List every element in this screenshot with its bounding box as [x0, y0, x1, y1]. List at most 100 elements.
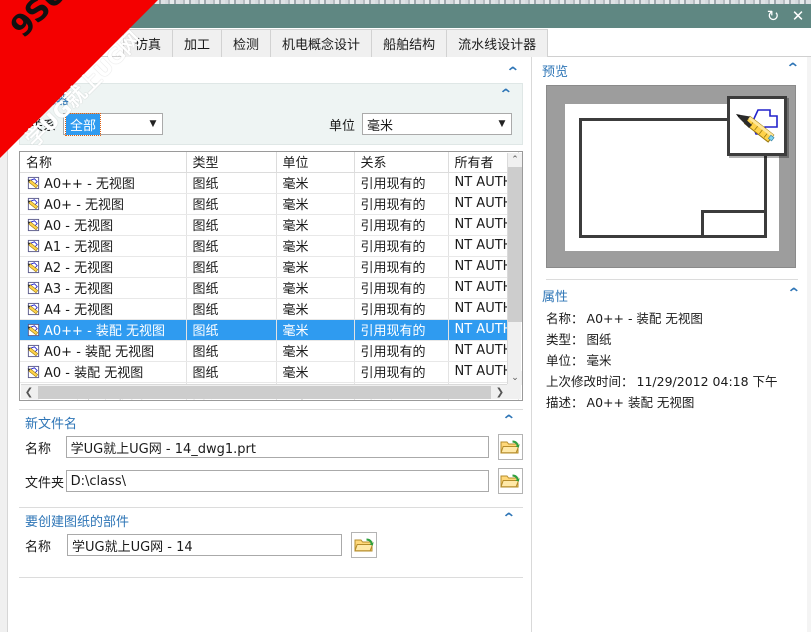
table-row[interactable]: A0 - 装配 无视图 图纸 毫米 引用现有的 NT AUTH — [20, 361, 519, 383]
chevron-up-icon[interactable]: ⌃ — [497, 414, 522, 428]
table-vertical-scrollbar[interactable]: ⌃ ⌄ — [507, 153, 522, 385]
table-row[interactable]: A1 - 无视图 图纸 毫米 引用现有的 NT AUTH — [20, 235, 519, 257]
cell-type: 图纸 — [186, 235, 277, 257]
table-row[interactable]: A3 - 无视图 图纸 毫米 引用现有的 NT AUTH — [20, 277, 519, 299]
table-row[interactable]: A4 - 无视图 图纸 毫米 引用现有的 NT AUTH — [20, 298, 519, 320]
folder-value: D:\class\ — [70, 473, 126, 489]
cell-name: A0++ - 装配 无视图 — [20, 319, 187, 341]
table-row[interactable]: A0+ - 装配 无视图 图纸 毫米 引用现有的 NT AUTH — [20, 340, 519, 362]
tab-machining[interactable]: 加工 — [172, 29, 223, 57]
close-icon[interactable]: ✕ — [789, 7, 807, 25]
sheet-icon — [27, 302, 40, 315]
column-header-name[interactable]: 名称 — [20, 152, 187, 173]
preview-title: 预览 — [542, 64, 569, 80]
row-relation-text: 引用现有的 — [360, 282, 426, 297]
tab-line-designer[interactable]: 流水线设计器 — [446, 29, 549, 57]
folder-open-icon — [500, 440, 521, 453]
part-for-drawing-header: 要创建图纸的部件 ⌃ — [19, 508, 523, 532]
scroll-left-icon[interactable]: ❮ — [21, 385, 37, 400]
tab-ship-structure[interactable]: 船舶结构 — [371, 29, 448, 57]
chevron-up-icon[interactable]: ⌃ — [497, 512, 522, 526]
dialog-body: ⌃ 过滤器 ⌃ 关系 全部 ▼ 单位 毫米 ▼ 名称 类型 单位 关系 所有者 … — [8, 57, 811, 632]
cell-type: 图纸 — [186, 340, 277, 362]
vertical-scroll-thumb[interactable] — [508, 167, 522, 322]
row-unit-text: 毫米 — [282, 240, 309, 255]
tab-simulation[interactable]: 仿真 — [123, 29, 174, 57]
part-name-label: 名称 — [25, 539, 52, 555]
cell-name: A0++ - 无视图 — [20, 172, 187, 194]
property-key: 单位： — [546, 353, 584, 368]
chevron-up-icon[interactable]: ⌃ — [494, 88, 519, 102]
property-key: 描述： — [546, 395, 584, 410]
folder-input[interactable]: D:\class\ — [65, 470, 489, 492]
property-value: 图纸 — [586, 332, 612, 347]
row-name-text: A1 - 无视图 — [44, 240, 114, 255]
cell-relation: 引用现有的 — [354, 235, 449, 257]
right-column: 预览 ⌃ 属性 ⌃ 名称： A0++ - 装配 无视图 类型： 图纸 单位： 毫… — [531, 57, 811, 632]
row-unit-text: 毫米 — [282, 303, 309, 318]
row-relation-text: 引用现有的 — [360, 177, 426, 192]
chevron-down-icon[interactable]: ▼ — [144, 114, 162, 134]
right-panel-scrollbar[interactable] — [807, 57, 811, 632]
column-header-relation[interactable]: 关系 — [354, 152, 449, 173]
row-owner-text: NT AUTH — [454, 301, 513, 316]
cell-relation: 引用现有的 — [354, 172, 449, 194]
tab-inspection[interactable]: 检测 — [221, 29, 272, 57]
property-value: 毫米 — [586, 353, 612, 368]
row-relation-text: 引用现有的 — [360, 324, 426, 339]
chevron-up-icon[interactable]: ⌃ — [501, 66, 526, 80]
table-row[interactable]: A2 - 无视图 图纸 毫米 引用现有的 NT AUTH — [20, 256, 519, 278]
file-name-input[interactable]: 学UG就上UG网 - 14_dwg1.prt — [65, 436, 489, 458]
browse-part-button[interactable] — [351, 532, 377, 558]
row-owner-text: NT AUTH — [454, 280, 513, 295]
restore-icon[interactable]: ↻ — [764, 7, 782, 25]
table-horizontal-scrollbar[interactable]: ❮ ❯ — [21, 384, 508, 399]
row-unit-text: 毫米 — [282, 282, 309, 297]
table-row[interactable]: A0 - 无视图 图纸 毫米 引用现有的 NT AUTH — [20, 214, 519, 236]
row-relation-text: 引用现有的 — [360, 345, 426, 360]
tab-mechatronics[interactable]: 机电概念设计 — [270, 29, 373, 57]
column-header-type[interactable]: 类型 — [186, 152, 277, 173]
scroll-right-icon[interactable]: ❯ — [492, 385, 508, 400]
chevron-up-icon[interactable]: ⌃ — [782, 287, 807, 301]
column-header-unit[interactable]: 单位 — [276, 152, 355, 173]
folder-open-icon — [354, 538, 374, 551]
unit-dropdown[interactable]: 毫米 ▼ — [362, 113, 512, 135]
templates-table[interactable]: 名称 类型 单位 关系 所有者 A0++ - 无视图 图纸 毫米 引用现有的 NT AU… — [19, 151, 523, 401]
row-type-text: 图纸 — [192, 303, 219, 318]
properties-list: 名称： A0++ - 装配 无视图 类型： 图纸 单位： 毫米 上次修改时间： 11/29/2… — [532, 307, 811, 412]
cell-unit: 毫米 — [276, 319, 355, 341]
scroll-up-icon[interactable]: ⌃ — [508, 153, 522, 167]
row-type-text: 图纸 — [192, 198, 219, 213]
row-unit-text: 毫米 — [282, 219, 309, 234]
file-name-row: 名称 学UG就上UG网 - 14_dwg1.prt — [25, 434, 523, 460]
cell-relation: 引用现有的 — [354, 361, 449, 383]
cell-type: 图纸 — [186, 361, 277, 383]
horizontal-scroll-thumb[interactable] — [38, 385, 491, 399]
browse-folder-button[interactable] — [497, 468, 523, 494]
relation-dropdown[interactable]: 全部 ▼ — [63, 112, 164, 136]
row-owner-text: NT AUTH — [454, 175, 513, 190]
row-relation-text: 引用现有的 — [360, 303, 426, 318]
part-name-input[interactable]: 学UG就上UG网 - 14 — [67, 534, 342, 556]
row-type-text: 图纸 — [192, 240, 219, 255]
scrollbar-corner — [507, 384, 521, 399]
row-relation-text: 引用现有的 — [360, 366, 426, 381]
cell-type: 图纸 — [186, 193, 277, 215]
tab-label: 仿真 — [135, 38, 162, 53]
cell-name: A4 - 无视图 — [20, 298, 187, 320]
table-row[interactable]: A0++ - 装配 无视图 图纸 毫米 引用现有的 NT AUTH — [20, 319, 519, 341]
cell-unit: 毫米 — [276, 277, 355, 299]
chevron-up-icon[interactable]: ⌃ — [781, 62, 806, 76]
cell-type: 图纸 — [186, 277, 277, 299]
folder-open-icon — [500, 474, 521, 487]
sheet-icon — [27, 344, 40, 357]
row-relation-text: 引用现有的 — [360, 219, 426, 234]
browse-file-name-button[interactable] — [497, 434, 523, 460]
table-row[interactable]: A0+ - 无视图 图纸 毫米 引用现有的 NT AUTH — [20, 193, 519, 215]
scroll-down-icon[interactable]: ⌄ — [508, 371, 522, 385]
table-row[interactable]: A0++ - 无视图 图纸 毫米 引用现有的 NT AUTH — [20, 172, 519, 194]
chevron-down-icon[interactable]: ▼ — [493, 114, 511, 134]
cell-name: A2 - 无视图 — [20, 256, 187, 278]
cell-type: 图纸 — [186, 172, 277, 194]
